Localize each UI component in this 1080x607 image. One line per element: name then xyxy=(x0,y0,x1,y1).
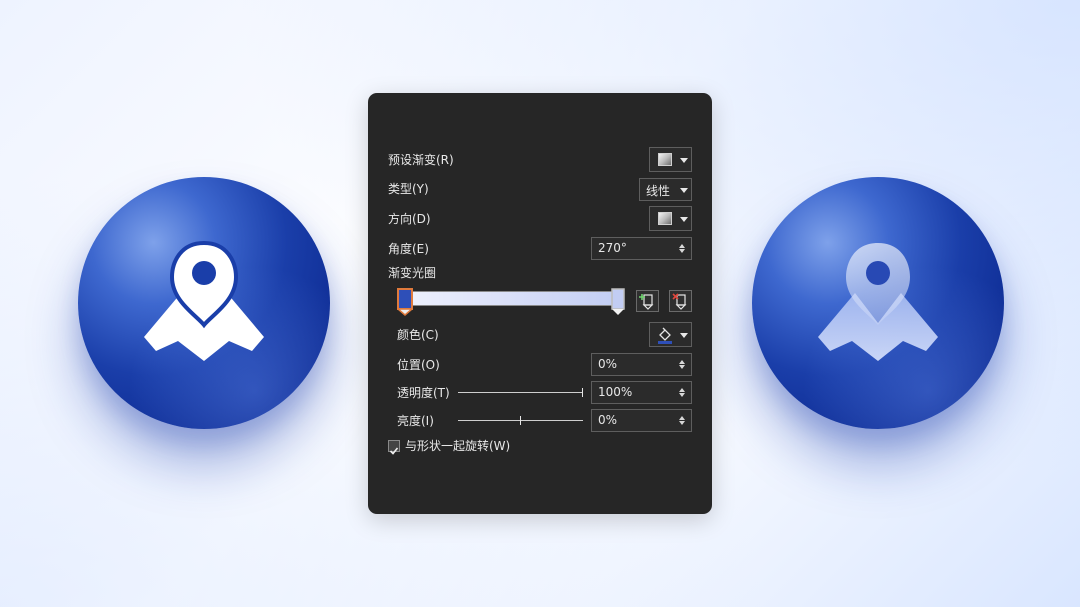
transparency-slider[interactable] xyxy=(458,392,583,393)
add-gradient-stop-button[interactable] xyxy=(636,290,659,312)
spin-down-icon[interactable] xyxy=(679,249,685,253)
spin-down-icon[interactable] xyxy=(679,421,685,425)
direction-dropdown[interactable] xyxy=(649,206,692,231)
chevron-down-icon xyxy=(680,333,688,338)
direction-label: 方向(D) xyxy=(388,212,431,226)
remove-gradient-stop-icon xyxy=(672,293,687,310)
spin-up-icon[interactable] xyxy=(679,388,685,392)
map-pin-icon xyxy=(144,240,264,361)
brightness-spinner[interactable]: 0% xyxy=(591,409,692,432)
right-map-sphere xyxy=(752,177,1004,429)
brightness-label: 亮度(I) xyxy=(397,414,434,428)
left-map-sphere xyxy=(78,177,330,429)
angle-spinner[interactable]: 270° xyxy=(591,237,692,260)
chevron-down-icon xyxy=(680,158,688,163)
map-pin-icon xyxy=(818,243,938,361)
spin-up-icon[interactable] xyxy=(679,244,685,248)
type-value: 线性 xyxy=(646,184,671,198)
gradient-swatch-icon xyxy=(658,153,672,166)
transparency-label: 透明度(T) xyxy=(397,386,450,400)
chevron-down-icon xyxy=(680,217,688,222)
paint-bucket-icon xyxy=(658,327,672,344)
transparency-spinner[interactable]: 100% xyxy=(591,381,692,404)
color-dropdown[interactable] xyxy=(649,322,692,347)
chevron-down-icon xyxy=(680,188,688,193)
gradient-stop-left[interactable] xyxy=(397,288,413,316)
position-label: 位置(O) xyxy=(397,358,440,372)
transparency-value: 100% xyxy=(598,385,633,399)
transparency-slider-thumb[interactable] xyxy=(582,388,583,397)
type-label: 类型(Y) xyxy=(388,182,429,196)
spin-up-icon[interactable] xyxy=(679,360,685,364)
spin-down-icon[interactable] xyxy=(679,393,685,397)
spin-down-icon[interactable] xyxy=(679,365,685,369)
remove-gradient-stop-button[interactable] xyxy=(669,290,692,312)
position-spinner[interactable]: 0% xyxy=(591,353,692,376)
rotate-with-shape-checkbox[interactable] xyxy=(388,440,400,455)
gradient-stops-bar[interactable] xyxy=(404,291,622,306)
gradient-stop-right[interactable] xyxy=(611,288,625,316)
gradient-stops-label: 渐变光圈 xyxy=(388,266,437,280)
checkmark-icon xyxy=(389,447,399,455)
position-value: 0% xyxy=(598,357,618,371)
angle-label: 角度(E) xyxy=(388,242,429,256)
preset-gradient-label: 预设渐变(R) xyxy=(388,153,454,167)
brightness-value: 0% xyxy=(598,413,618,427)
angle-value: 270° xyxy=(598,241,627,255)
spin-up-icon[interactable] xyxy=(679,416,685,420)
rotate-with-shape-label: 与形状一起旋转(W) xyxy=(405,439,511,453)
brightness-slider-thumb[interactable] xyxy=(520,416,521,425)
add-gradient-stop-icon xyxy=(639,294,654,310)
gradient-swatch-icon xyxy=(658,212,672,225)
preset-gradient-dropdown[interactable] xyxy=(649,147,692,172)
type-dropdown[interactable]: 线性 xyxy=(639,178,692,201)
color-label: 颜色(C) xyxy=(397,328,439,342)
